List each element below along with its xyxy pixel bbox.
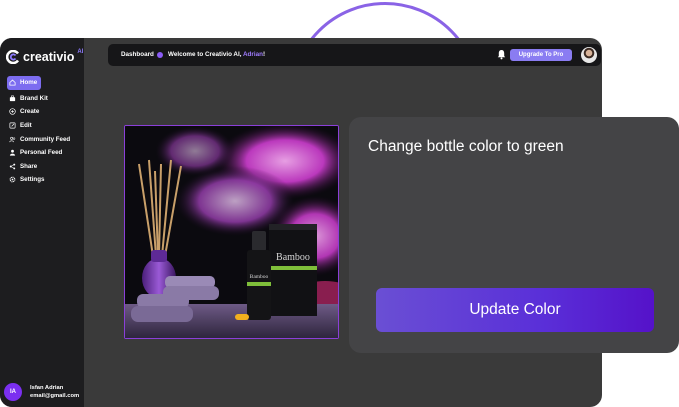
logo-mark-icon xyxy=(6,50,20,64)
sidebar-item-brand-kit[interactable]: Brand Kit xyxy=(7,92,79,106)
breadcrumb-dashboard: Dashboard xyxy=(121,51,154,58)
box-label: Bamboo xyxy=(276,252,310,263)
sidebar-item-settings[interactable]: Settings xyxy=(7,173,79,187)
sidebar-item-label: Create xyxy=(20,108,40,116)
sidebar-item-personal-feed[interactable]: Personal Feed xyxy=(7,146,79,160)
sidebar-item-edit[interactable]: Edit xyxy=(7,119,79,133)
sidebar-item-label: Edit xyxy=(20,122,32,130)
sidebar-item-create[interactable]: Create xyxy=(7,105,79,119)
update-color-button[interactable]: Update Color xyxy=(376,288,654,332)
brand-name: creativio xyxy=(23,50,75,64)
sidebar-item-share[interactable]: Share xyxy=(7,160,79,174)
user-name: Isfan Adrian xyxy=(30,385,64,391)
plus-circle-icon xyxy=(9,108,16,116)
home-icon xyxy=(9,79,16,86)
top-bar: Dashboard Welcome to Creativio AI, Adria… xyxy=(108,44,601,66)
welcome-suffix: ! xyxy=(262,51,266,58)
edit-icon xyxy=(9,122,16,129)
dashboard-badge-icon xyxy=(156,51,163,58)
bell-icon[interactable] xyxy=(497,49,506,60)
brand-superscript: AI xyxy=(77,49,84,55)
welcome-message: Welcome to Creativio AI, Adrian! xyxy=(168,51,265,58)
user-info: Isfan Adrian email@gmail.com xyxy=(30,384,79,400)
breadcrumb[interactable]: Dashboard xyxy=(121,51,163,58)
sidebar-item-label: Brand Kit xyxy=(20,94,48,102)
gear-icon xyxy=(9,177,16,183)
edit-panel: Change bottle color to green Update Colo… xyxy=(349,117,679,353)
user-icon xyxy=(9,150,16,156)
bottle-label: Bamboo xyxy=(250,274,269,280)
community-icon xyxy=(9,136,16,142)
welcome-user-name: Adrian xyxy=(243,51,263,58)
product-photo-illustration: Bamboo Bamboo xyxy=(125,126,338,338)
welcome-prefix: Welcome to Creativio AI, xyxy=(168,51,243,58)
sidebar-item-community-feed[interactable]: Community Feed xyxy=(7,132,79,146)
sidebar-item-label: Settings xyxy=(20,176,45,184)
product-image: Bamboo Bamboo xyxy=(124,125,339,339)
avatar[interactable] xyxy=(581,47,597,63)
sidebar-item-label: Share xyxy=(20,162,38,170)
upgrade-button[interactable]: Upgrade To Pro xyxy=(510,49,572,61)
edit-prompt-text[interactable]: Change bottle color to green xyxy=(368,138,564,156)
sidebar-item-label: Personal Feed xyxy=(20,149,63,157)
sidebar: creativio AI Home Brand Kit Create Edit xyxy=(0,38,84,407)
sidebar-item-label: Home xyxy=(20,79,38,87)
sidebar-item-home[interactable]: Home xyxy=(7,76,41,90)
user-profile[interactable]: IA Isfan Adrian email@gmail.com xyxy=(4,383,79,401)
brand-kit-icon xyxy=(9,95,16,102)
sidebar-nav: Home Brand Kit Create Edit Community Fee… xyxy=(7,76,79,187)
sidebar-item-label: Community Feed xyxy=(20,135,71,143)
user-email: email@gmail.com xyxy=(30,393,80,399)
share-icon xyxy=(9,163,16,170)
logo[interactable]: creativio AI xyxy=(6,49,84,64)
avatar: IA xyxy=(4,383,22,401)
